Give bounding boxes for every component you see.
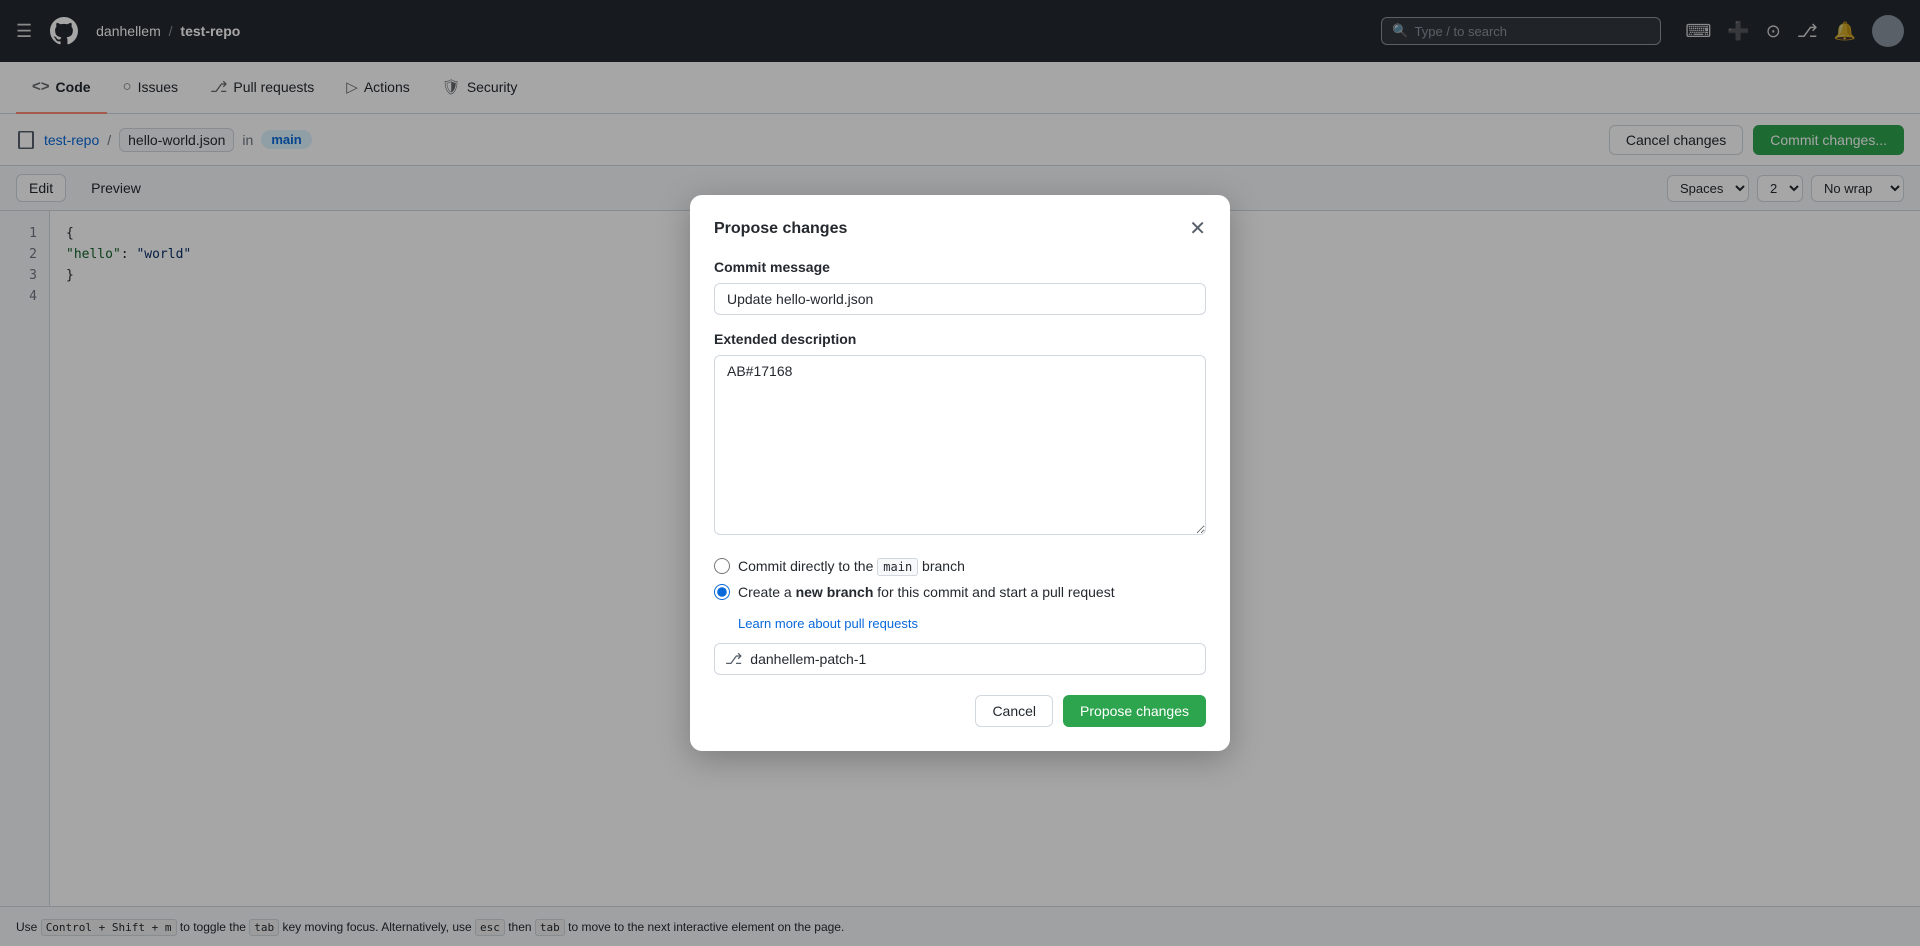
modal-overlay: Propose changes ✕ Commit message Extende… (0, 0, 1920, 946)
commit-options: Commit directly to the main branch Creat… (714, 558, 1206, 600)
branch-name-input-row: ⎇ (714, 643, 1206, 675)
branch-icon: ⎇ (725, 650, 742, 668)
commit-message-input[interactable] (714, 283, 1206, 315)
extended-desc-label: Extended description (714, 331, 1206, 347)
modal-footer: Cancel Propose changes (714, 695, 1206, 727)
radio-new-branch-input[interactable] (714, 584, 730, 600)
propose-changes-modal: Propose changes ✕ Commit message Extende… (690, 195, 1230, 751)
propose-changes-button[interactable]: Propose changes (1063, 695, 1206, 727)
radio-new-branch[interactable]: Create a new branch for this commit and … (714, 584, 1206, 600)
commit-message-label: Commit message (714, 259, 1206, 275)
learn-more-link[interactable]: Learn more about pull requests (738, 616, 1206, 631)
modal-title: Propose changes (714, 220, 847, 238)
extended-desc-textarea[interactable]: AB#17168 (714, 355, 1206, 535)
modal-close-button[interactable]: ✕ (1189, 219, 1206, 239)
branch-name-input[interactable] (750, 651, 1195, 667)
radio-direct-label: Commit directly to the main branch (738, 558, 965, 574)
radio-direct-branch[interactable]: Commit directly to the main branch (714, 558, 1206, 574)
modal-header: Propose changes ✕ (714, 219, 1206, 239)
radio-direct-input[interactable] (714, 558, 730, 574)
radio-new-branch-label: Create a new branch for this commit and … (738, 584, 1115, 600)
modal-cancel-button[interactable]: Cancel (975, 695, 1053, 727)
